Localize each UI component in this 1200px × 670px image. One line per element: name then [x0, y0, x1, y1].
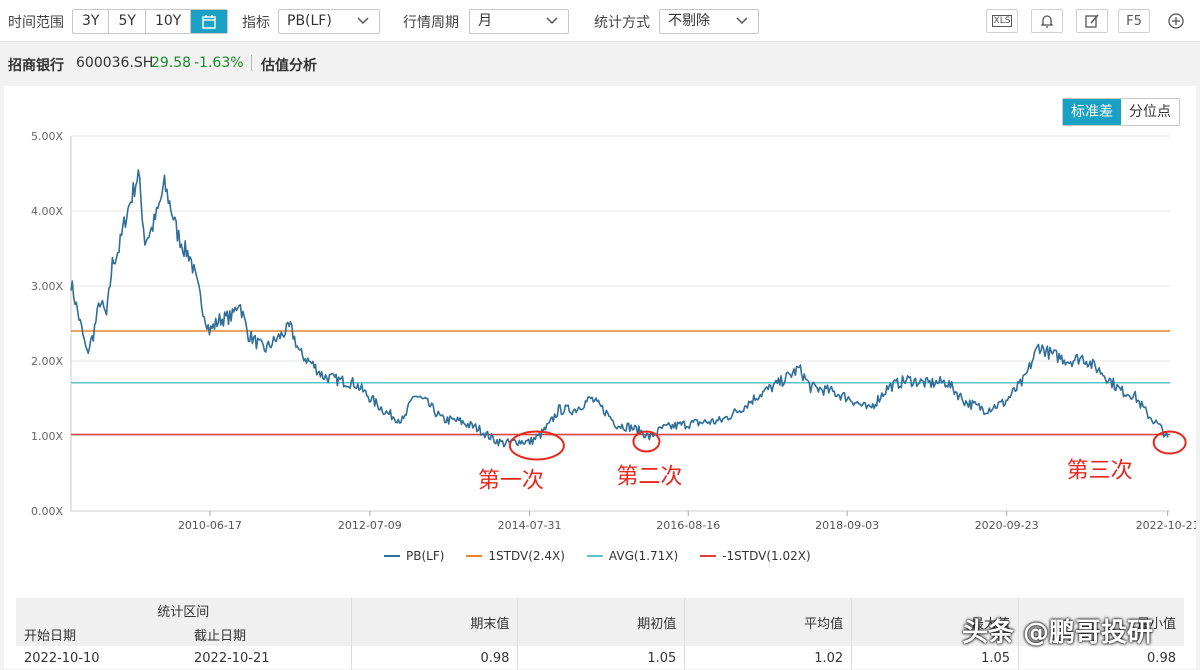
legend-swatch — [700, 555, 717, 557]
x-tick-label: 2012-07-09 — [338, 519, 402, 532]
y-tick-label: 2.00X — [31, 355, 63, 368]
col-start-value: 期初值 — [517, 598, 686, 646]
y-tick-label: 5.00X — [31, 130, 63, 143]
legend-item-plus1std[interactable]: 1STDV(2.4X) — [466, 549, 565, 563]
annotation-label: 第三次 — [1067, 459, 1133, 484]
y-tick-label: 1.00X — [31, 430, 63, 443]
stat-method-label: 统计方式 — [594, 15, 650, 31]
legend-label: -1STDV(1.02X) — [722, 549, 811, 563]
x-tick-label: 2014-07-31 — [498, 519, 562, 532]
x-tick-label: 2010-06-17 — [178, 519, 242, 532]
watermark-text: 头条 @鹏哥投研 — [962, 618, 1154, 648]
x-tick-label: 2018-09-03 — [815, 519, 879, 532]
col-average: 平均值 — [684, 598, 853, 646]
x-tick-label: 2022-10-21 — [1136, 519, 1196, 532]
start-value-cell: 1.05 — [517, 646, 686, 670]
period-label: 行情周期 — [403, 15, 459, 31]
start-date-header: 开始日期 — [24, 628, 77, 644]
y-tick-label: 4.00X — [31, 205, 63, 218]
range-5y-button[interactable]: 5Y — [109, 10, 146, 33]
pb-chart: 5.00X 4.00X 3.00X 2.00X 1.00X 0.00X 2010-06-17… — [31, 130, 1196, 532]
range-3y-button[interactable]: 3Y — [73, 10, 110, 33]
add-icon[interactable] — [1160, 9, 1192, 33]
end-date-header: 截止日期 — [186, 622, 352, 646]
valuation-panel: 标准差 分位点 5.00X 4.00X 3.00X 2.00X 1.00X 0.00X 20… — [4, 86, 1196, 670]
legend-label: PB(LF) — [406, 549, 445, 563]
legend-label: AVG(1.71X) — [608, 549, 679, 563]
annotation-label: 第二次 — [616, 465, 682, 490]
x-tick-label: 2020-09-23 — [975, 519, 1039, 532]
stock-price: 29.58 — [151, 55, 192, 71]
min-cell: 0.98 — [1147, 650, 1176, 666]
col-end-value: 期末值 — [351, 598, 519, 646]
chevron-down-icon — [736, 17, 748, 25]
average-cell: 1.02 — [684, 646, 853, 670]
divider — [251, 55, 252, 71]
period-value: 月 — [478, 13, 492, 29]
x-tick-label: 2016-08-16 — [656, 519, 720, 532]
stock-name: 招商银行 — [8, 58, 64, 74]
annotation-label: 第一次 — [478, 469, 544, 494]
end-date-cell: 2022-10-21 — [186, 646, 352, 670]
time-range-label: 时间范围 — [8, 15, 64, 31]
period-select[interactable]: 月 — [469, 9, 569, 34]
stock-title-bar: 招商银行 600036.SH 29.58 -1.63% 估值分析 — [0, 42, 1200, 84]
stat-method-select[interactable]: 不剔除 — [659, 9, 759, 34]
edit-icon[interactable] — [1076, 9, 1108, 33]
export-xls-icon[interactable]: XLS — [986, 9, 1018, 33]
stock-code: 600036.SH — [76, 55, 154, 71]
stat-method-value: 不剔除 — [668, 13, 710, 29]
table-row: 2022-10-10 2022-10-21 0.98 1.05 1.02 1.0… — [16, 646, 1184, 670]
range-10y-button[interactable]: 10Y — [146, 10, 192, 33]
chevron-down-icon — [357, 17, 369, 25]
legend-item-pb[interactable]: PB(LF) — [384, 549, 444, 563]
legend-swatch — [466, 555, 483, 557]
calendar-icon[interactable] — [191, 10, 228, 33]
legend-swatch — [384, 555, 400, 557]
start-date-cell: 2022-10-10 — [24, 650, 100, 666]
y-tick-label: 3.00X — [31, 280, 63, 293]
section-title: 估值分析 — [261, 58, 317, 74]
y-tick-label: 0.00X — [31, 505, 63, 518]
f5-refresh-button[interactable]: F5 — [1118, 9, 1150, 33]
indicator-value: PB(LF) — [287, 13, 332, 29]
group-header: 统计区间 — [16, 598, 352, 622]
chart-legend: PB(LF) 1STDV(2.4X) AVG(1.71X) -1STDV(1.0… — [384, 549, 811, 563]
legend-label: 1STDV(2.4X) — [488, 549, 565, 563]
legend-item-avg[interactable]: AVG(1.71X) — [586, 549, 679, 563]
bell-icon[interactable] — [1031, 9, 1063, 33]
stock-change: -1.63% — [194, 55, 244, 71]
time-range-segment: 3Y 5Y 10Y — [72, 9, 229, 34]
indicator-select[interactable]: PB(LF) — [278, 9, 380, 34]
legend-item-minus1std[interactable]: -1STDV(1.02X) — [700, 549, 811, 563]
end-value-cell: 0.98 — [351, 646, 519, 670]
top-toolbar: 时间范围 3Y 5Y 10Y 指标 PB(LF) 行情周期 月 统计方式 不剔除… — [0, 0, 1200, 42]
chevron-down-icon — [546, 17, 558, 25]
max-cell: 1.05 — [851, 646, 1020, 670]
indicator-label: 指标 — [242, 15, 270, 31]
legend-swatch — [586, 555, 603, 557]
